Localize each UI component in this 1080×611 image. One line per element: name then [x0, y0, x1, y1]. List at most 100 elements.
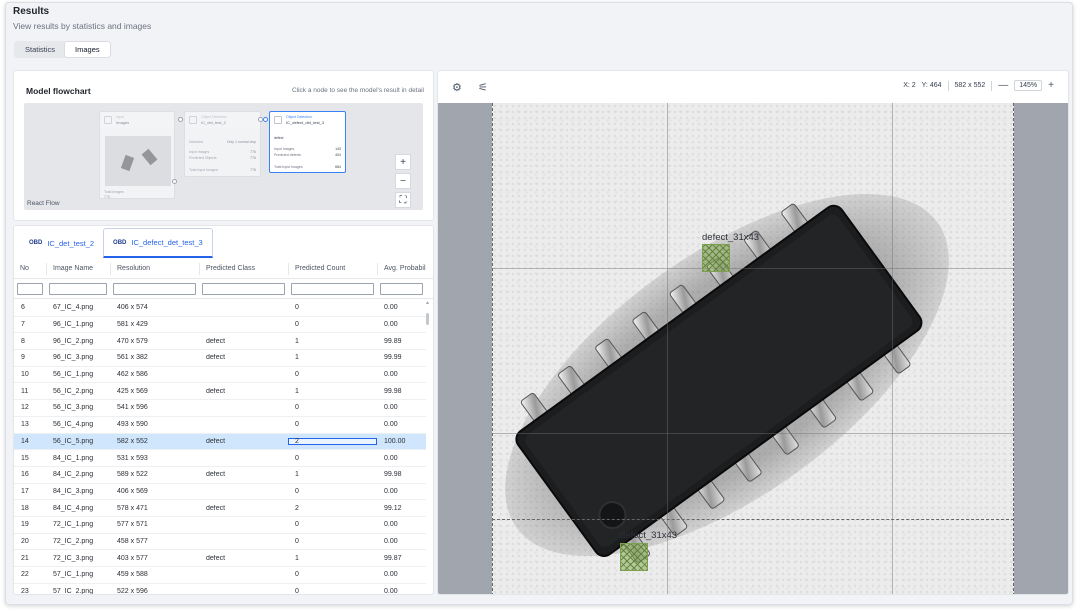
detection-box[interactable]	[620, 543, 648, 571]
column-header-resolution[interactable]: Resolution	[110, 262, 199, 275]
table-row[interactable]: 8 96_IC_2.png 470 x 579 defect 1 99.89	[14, 333, 426, 351]
filter-input-avg-probability[interactable]	[380, 282, 423, 295]
image-canvas[interactable]: defect_31x43 defect_31x43	[438, 103, 1068, 594]
tab-model-ic-det-test-2[interactable]: OBD IC_det_test_2	[20, 228, 103, 258]
scroll-up-icon[interactable]: ▲	[425, 300, 430, 306]
cell-resolution: 462 x 586	[117, 371, 148, 379]
column-header-avg-probability[interactable]: Avg. Probability	[377, 262, 426, 275]
cell-no: 14	[21, 437, 29, 445]
table-scrollbar[interactable]: ▲	[424, 300, 431, 594]
zoom-out-button[interactable]: —	[998, 80, 1008, 91]
flow-node-detector-1[interactable]: Object Detection IC_det_test_2 Detected …	[184, 111, 261, 177]
table-row[interactable]: 13 56_IC_4.png 493 x 590 0 0.00	[14, 417, 426, 434]
node-handle[interactable]	[172, 179, 177, 184]
table-row[interactable]: 15 84_IC_1.png 531 x 593 0 0.00	[14, 450, 426, 467]
filter-row	[14, 279, 433, 299]
viewer-status: X: 2 Y: 464 582 x 552 — 145% +	[903, 80, 1054, 91]
gear-icon[interactable]: ⚙	[452, 81, 462, 94]
cell-resolution: 589 x 522	[117, 471, 148, 479]
cell-no: 15	[21, 454, 29, 462]
column-header-no[interactable]: No	[14, 263, 46, 275]
column-header-predicted-class[interactable]: Predicted Class	[199, 262, 288, 275]
table-row[interactable]: 14 56_IC_5.png 582 x 552 defect 2 100.00	[14, 433, 426, 451]
flowchart-canvas[interactable]: Input Images Total Images 776 Object Det…	[24, 103, 423, 210]
model-type-badge: OBD	[113, 239, 127, 246]
node-handle[interactable]	[263, 117, 268, 122]
table-row[interactable]: 22 57_IC_1.png 459 x 588 0 0.00	[14, 567, 426, 584]
cell-avg-probability: 0.00	[384, 571, 398, 579]
image-icon	[104, 116, 112, 124]
table-row[interactable]: 10 56_IC_1.png 462 x 586 0 0.00	[14, 367, 426, 384]
cell-resolution: 458 x 577	[117, 537, 148, 545]
sliders-icon[interactable]: ⚟	[478, 81, 488, 94]
table-row[interactable]: 20 72_IC_2.png 458 x 577 0 0.00	[14, 534, 426, 551]
cell-image-name: 56_IC_3.png	[53, 404, 94, 412]
table-row[interactable]: 19 72_IC_1.png 577 x 571 0 0.00	[14, 517, 426, 534]
table-row[interactable]: 9 96_IC_3.png 561 x 382 defect 1 99.99	[14, 350, 426, 367]
cell-avg-probability: 99.98	[384, 387, 402, 395]
cell-predicted-count: 0	[295, 454, 299, 462]
column-header-image-name[interactable]: Image Name	[46, 262, 110, 275]
filter-input-predicted-count[interactable]	[291, 282, 374, 295]
filter-input-resolution[interactable]	[113, 282, 196, 295]
cell-predicted-count: 0	[295, 537, 299, 545]
table-row[interactable]: 12 56_IC_3.png 541 x 596 0 0.00	[14, 400, 426, 417]
cell-no: 8	[21, 337, 25, 345]
react-flow-attribution[interactable]: React Flow	[27, 200, 60, 207]
flowchart-hint: Click a node to see the model's result i…	[291, 87, 424, 94]
zoom-level[interactable]: 145%	[1014, 80, 1043, 91]
filter-input-image-name[interactable]	[49, 282, 107, 295]
cell-avg-probability: 0.00	[384, 421, 398, 429]
table-row[interactable]: 18 84_IC_4.png 578 x 471 defect 2 99.12	[14, 500, 426, 517]
cell-image-name: 72_IC_2.png	[53, 537, 94, 545]
table-row[interactable]: 7 96_IC_1.png 581 x 429 0 0.00	[14, 317, 426, 334]
table-row[interactable]: 21 72_IC_3.png 403 x 577 defect 1 99.87	[14, 550, 426, 567]
cell-resolution: 493 x 590	[117, 421, 148, 429]
column-header-predicted-count[interactable]: Predicted Count	[288, 262, 377, 275]
cell-image-name: 96_IC_2.png	[53, 337, 94, 345]
table-row[interactable]: 11 56_IC_2.png 425 x 569 defect 1 99.98	[14, 383, 426, 401]
table-row[interactable]: 16 84_IC_2.png 589 x 522 defect 1 99.98	[14, 467, 426, 484]
cursor-x: X: 2	[903, 82, 916, 89]
node-type: Object Detection	[286, 115, 312, 119]
scrollbar-thumb[interactable]	[426, 313, 429, 325]
cell-predicted-count: 0	[295, 304, 299, 312]
cell-no: 16	[21, 471, 29, 479]
cell-image-name: 56_IC_4.png	[53, 421, 94, 429]
zoom-in-button[interactable]: +	[395, 154, 411, 170]
filter-input-no[interactable]	[17, 282, 43, 295]
tab-images[interactable]: Images	[65, 42, 110, 57]
cell-resolution: 577 x 571	[117, 521, 148, 529]
cell-predicted-class: defect	[206, 387, 226, 395]
table-row[interactable]: 6 67_IC_4.png 406 x 574 0 0.00	[14, 300, 426, 317]
image-size: 582 x 552	[954, 82, 986, 89]
node-row-value: 776	[250, 150, 256, 154]
node-handle[interactable]	[178, 117, 183, 122]
cell-predicted-count: 2	[288, 437, 377, 445]
cell-resolution: 578 x 471	[117, 504, 148, 512]
cell-predicted-class: defect	[206, 471, 226, 479]
node-row-label: Total Input Images	[274, 165, 303, 169]
cell-resolution: 406 x 574	[117, 304, 148, 312]
model-tab-label: IC_defect_det_test_3	[131, 238, 203, 247]
detection-box[interactable]	[702, 244, 730, 272]
flow-node-selected[interactable]: Object Detection IC_defect_det_test_3 de…	[269, 111, 346, 173]
tab-model-ic-defect-det-test-3[interactable]: OBD IC_defect_det_test_3	[103, 228, 213, 258]
cell-resolution: 541 x 596	[117, 404, 148, 412]
zoom-in-button[interactable]: +	[1048, 80, 1054, 91]
cell-avg-probability: 99.99	[384, 354, 402, 362]
cell-predicted-count: 1	[295, 471, 299, 479]
zoom-out-button[interactable]: −	[395, 173, 411, 189]
results-table-card: OBD IC_det_test_2 OBD IC_defect_det_test…	[13, 225, 434, 595]
fit-view-button[interactable]: ⛶	[395, 192, 411, 208]
view-tabs: Statistics Images	[14, 41, 111, 58]
cell-predicted-count: 0	[295, 588, 299, 595]
table-row[interactable]: 17 84_IC_3.png 406 x 569 0 0.00	[14, 484, 426, 501]
table-row[interactable]: 23 57_IC_2.png 522 x 596 0 0.00	[14, 584, 426, 595]
flow-node-input[interactable]: Input Images Total Images 776	[99, 111, 175, 199]
filter-input-predicted-class[interactable]	[202, 282, 285, 295]
tab-statistics[interactable]: Statistics	[15, 42, 65, 57]
cursor-y: Y: 464	[921, 82, 942, 89]
node-name: IC_det_test_2	[201, 120, 226, 125]
cell-image-name: 84_IC_2.png	[53, 471, 94, 479]
